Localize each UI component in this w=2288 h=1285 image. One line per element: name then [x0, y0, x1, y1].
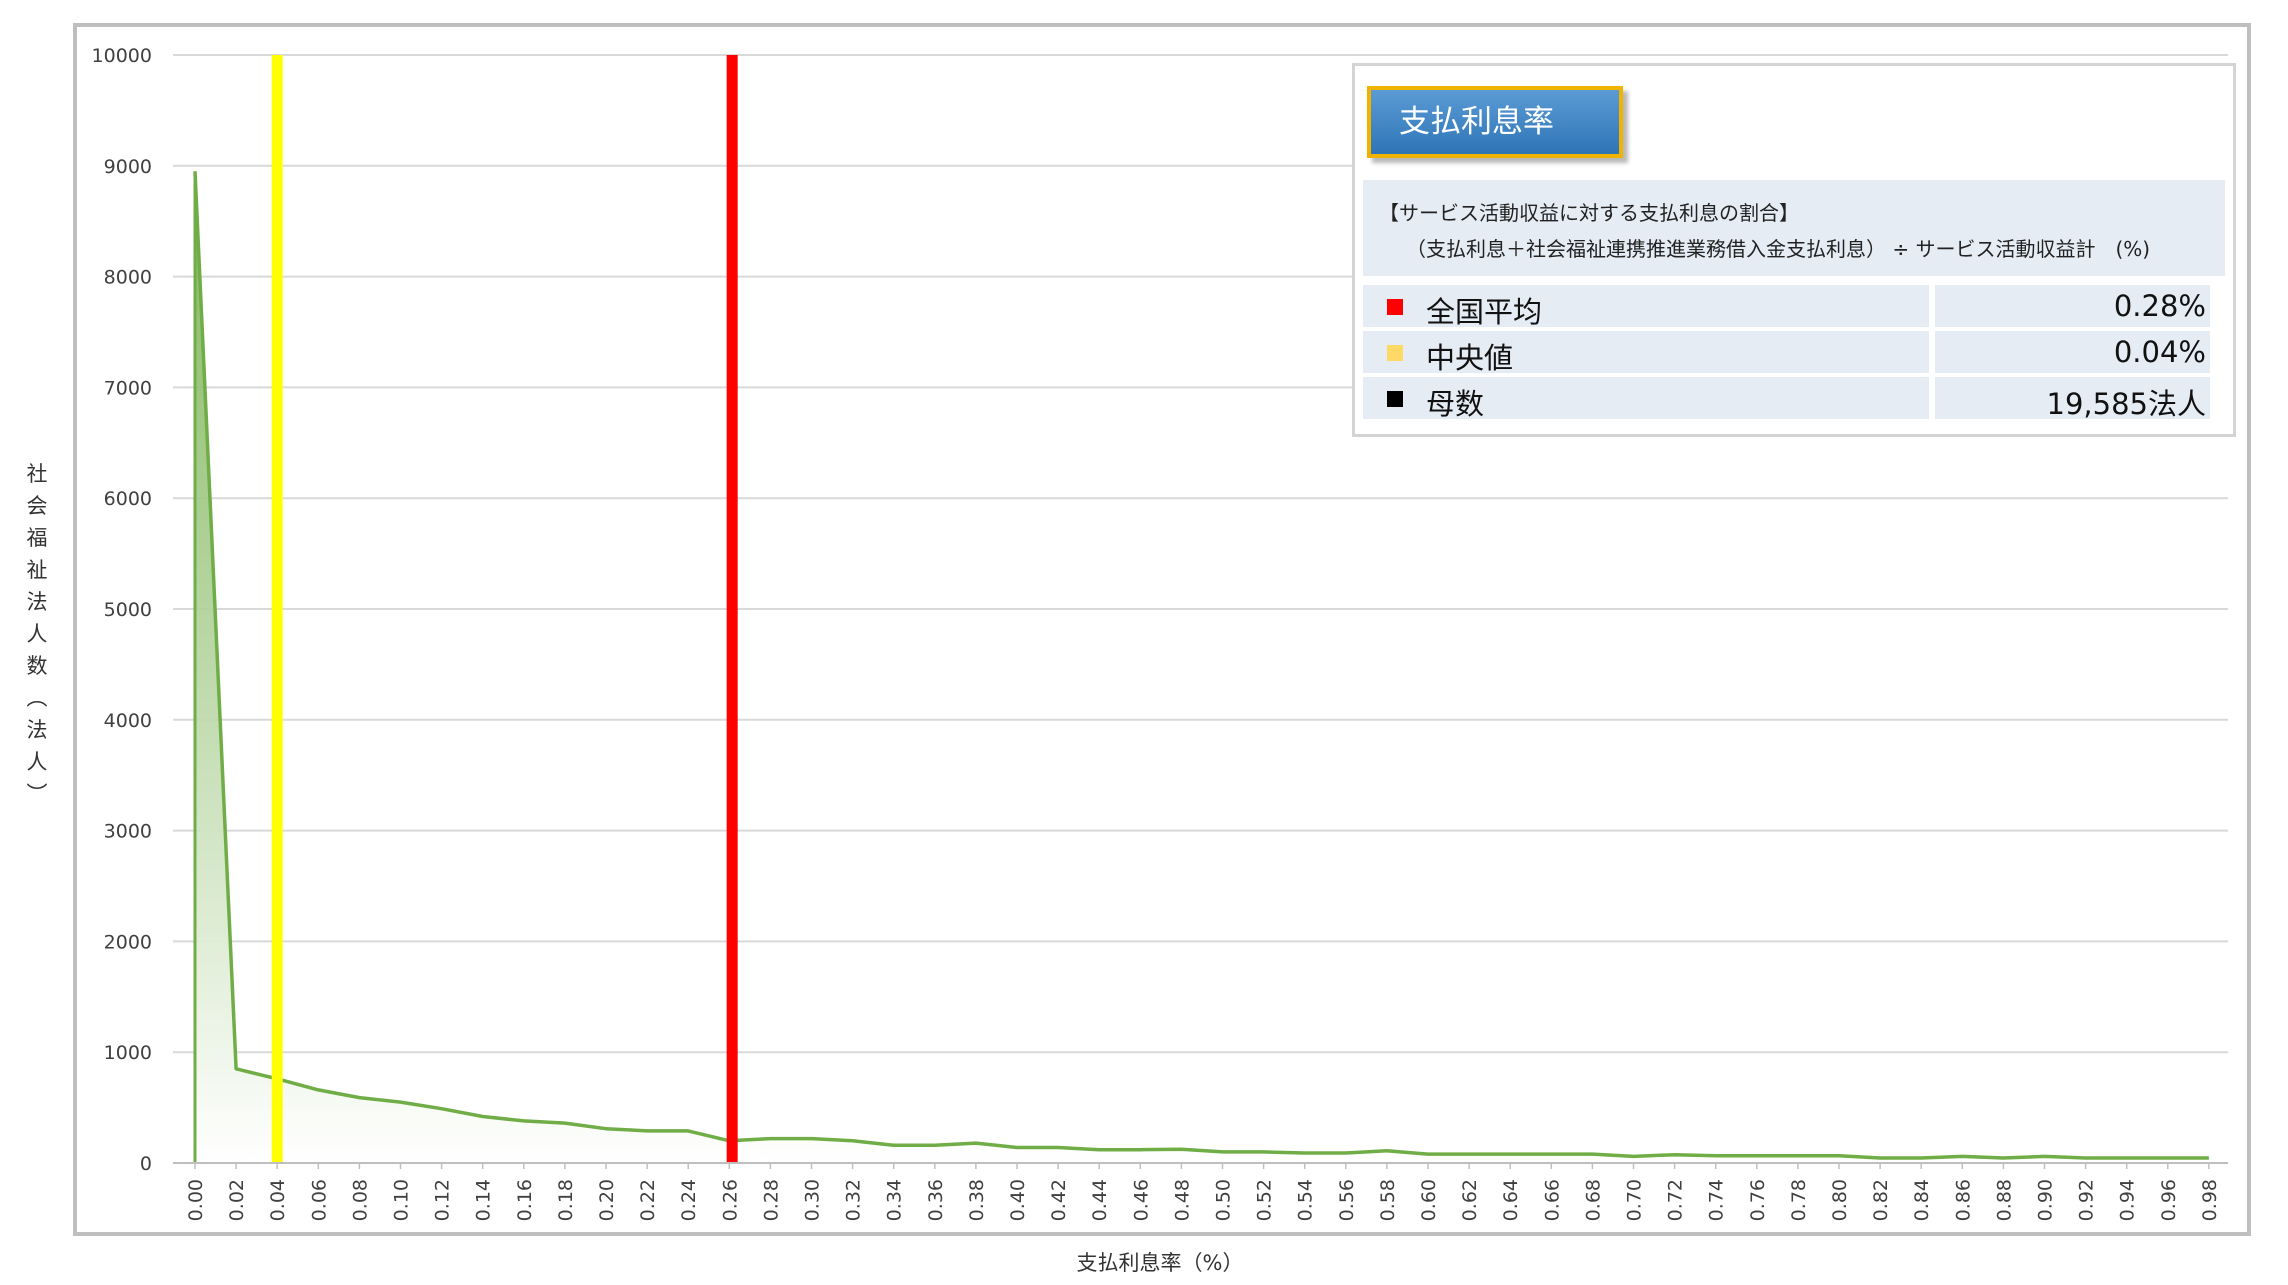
x-tick-label: 0.64 — [1500, 1179, 1522, 1221]
x-tick-label: 0.72 — [1665, 1179, 1687, 1221]
legend-definition: 【サービス活動収益に対する支払利息の割合】 （支払利息＋社会福祉連携推進業務借入… — [1363, 180, 2225, 276]
x-tick-label: 0.74 — [1706, 1179, 1728, 1221]
x-tick-label: 0.54 — [1295, 1179, 1317, 1221]
x-tick-label: 0.46 — [1130, 1179, 1152, 1221]
stat-value: 0.04% — [2113, 335, 2206, 369]
x-tick-label: 0.82 — [1870, 1179, 1892, 1221]
y-label-char: 法 — [26, 718, 48, 742]
x-tick-label: 0.08 — [349, 1179, 371, 1221]
count-swatch-icon — [1387, 391, 1403, 407]
y-axis-ticks: 0 1000 2000 3000 4000 5000 6000 7000 8000 9000 100… — [92, 45, 152, 1175]
x-tick-label: 0.04 — [267, 1179, 289, 1221]
y-label-char: 福 — [26, 526, 48, 550]
x-tick-label: 0.24 — [678, 1179, 700, 1221]
x-tick-label: 0.34 — [884, 1179, 906, 1221]
average-swatch-icon — [1387, 299, 1403, 315]
y-tick-label: 6000 — [104, 488, 152, 510]
y-tick-label: 0 — [140, 1153, 152, 1175]
x-tick-label: 0.62 — [1459, 1179, 1481, 1221]
reference-line-0 — [271, 55, 283, 1163]
x-tick-label: 0.78 — [1788, 1179, 1810, 1221]
x-tick-label: 0.50 — [1213, 1179, 1235, 1221]
x-tick-label: 0.18 — [555, 1179, 577, 1221]
x-tick-label: 0.56 — [1336, 1179, 1358, 1221]
x-tick-label: 0.92 — [2076, 1179, 2098, 1221]
y-label-char: 人 — [26, 750, 48, 774]
x-tick-label: 0.86 — [1952, 1179, 1974, 1221]
y-label-char: 法 — [26, 590, 48, 614]
x-tick-label: 0.40 — [1007, 1179, 1029, 1221]
definition-line-1: 【サービス活動収益に対する支払利息の割合】 — [1379, 201, 1799, 225]
x-tick-label: 0.38 — [966, 1179, 988, 1221]
x-tick-label: 0.02 — [226, 1179, 248, 1221]
y-tick-label: 3000 — [104, 821, 152, 843]
x-tick-label: 0.06 — [308, 1179, 330, 1221]
y-tick-label: 9000 — [104, 156, 152, 178]
stat-label: 中央値 — [1426, 341, 1514, 375]
x-axis-label: 支払利息率（%） — [1076, 1251, 1244, 1275]
x-tick-label: 0.58 — [1377, 1179, 1399, 1221]
stat-value: 19,585法人 — [2046, 387, 2206, 421]
x-tick-label: 0.12 — [432, 1179, 454, 1221]
x-tick-label: 0.48 — [1171, 1179, 1193, 1221]
y-tick-label: 4000 — [104, 710, 152, 732]
x-tick-label: 0.66 — [1541, 1179, 1563, 1221]
x-tick-label: 0.14 — [473, 1179, 495, 1221]
y-label-char: ︵ — [26, 686, 48, 710]
stat-row-median: 中央値 0.04% — [1363, 331, 2225, 375]
x-tick-label: 0.70 — [1624, 1179, 1646, 1221]
x-tick-label: 0.28 — [760, 1179, 782, 1221]
x-tick-label: 0.76 — [1747, 1179, 1769, 1221]
x-tick-label: 0.36 — [925, 1179, 947, 1221]
definition-line-2: （支払利息＋社会福祉連携推進業務借入金支払利息） ÷ サービス活動収益計 (%) — [1406, 237, 2151, 261]
x-tick-label: 0.94 — [2117, 1179, 2139, 1221]
legend-panel: 支払利息率 【サービス活動収益に対する支払利息の割合】 （支払利息＋社会福祉連携… — [1352, 63, 2236, 437]
x-tick-label: 0.90 — [2035, 1179, 2057, 1221]
x-tick-label: 0.68 — [1582, 1179, 1604, 1221]
x-tick-label: 0.80 — [1829, 1179, 1851, 1221]
stat-row-count: 母数 19,585法人 — [1363, 377, 2225, 421]
x-tick-label: 0.84 — [1911, 1179, 1933, 1221]
x-tick-label: 0.60 — [1418, 1179, 1440, 1221]
y-axis-label: 社会福祉法人数 ︵ 法人 ︶ — [22, 458, 52, 810]
x-tick-label: 0.00 — [185, 1179, 207, 1221]
x-tick-label: 0.16 — [514, 1179, 536, 1221]
legend-title: 支払利息率 — [1367, 86, 1623, 158]
x-tick-label: 0.20 — [596, 1179, 618, 1221]
x-tick-label: 0.98 — [2199, 1179, 2221, 1221]
x-tick-label: 0.52 — [1254, 1179, 1276, 1221]
x-tick-label: 0.22 — [637, 1179, 659, 1221]
median-swatch-icon — [1387, 345, 1403, 361]
y-tick-label: 8000 — [104, 267, 152, 289]
x-tick-label: 0.88 — [1993, 1179, 2015, 1221]
x-tick-label: 0.44 — [1089, 1179, 1111, 1221]
x-tick-label: 0.30 — [802, 1179, 824, 1221]
y-tick-label: 1000 — [104, 1042, 152, 1064]
stat-value: 0.28% — [2113, 289, 2206, 323]
y-tick-label: 2000 — [104, 931, 152, 953]
x-tick-label: 0.32 — [843, 1179, 865, 1221]
y-tick-label: 7000 — [104, 377, 152, 399]
stat-label: 全国平均 — [1426, 295, 1543, 329]
y-label-char: ︶ — [26, 782, 48, 806]
x-tick-label: 0.10 — [391, 1179, 413, 1221]
x-tick-label: 0.26 — [719, 1179, 741, 1221]
x-tick-label: 0.96 — [2158, 1179, 2180, 1221]
x-axis-ticks: 0.00 0.02 0.04 0.06 0.08 0.10 0.12 0.14 0.16 0.18… — [173, 1162, 2228, 1221]
y-label-char: 人 — [26, 622, 48, 646]
stat-label: 母数 — [1426, 387, 1485, 421]
y-label-char: 数 — [26, 654, 48, 678]
stat-row-average: 全国平均 0.28% — [1363, 285, 2225, 329]
x-tick-label: 0.42 — [1048, 1179, 1070, 1221]
y-tick-label: 5000 — [104, 599, 152, 621]
y-label-char: 会 — [26, 494, 48, 518]
y-label-char: 祉 — [26, 558, 48, 582]
y-tick-label: 10000 — [92, 45, 152, 67]
y-label-char: 社 — [26, 462, 48, 486]
reference-line-1 — [726, 55, 738, 1163]
